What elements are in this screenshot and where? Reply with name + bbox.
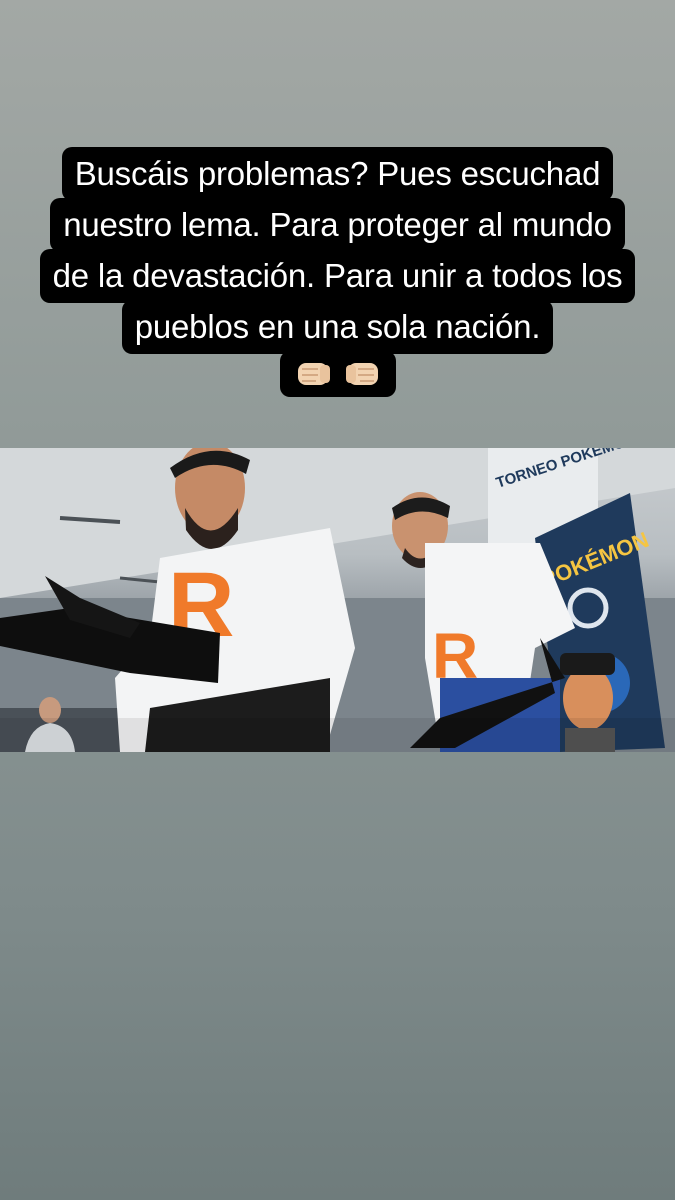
story-photo: TORNEO POKÉMON POKÉMON R R <box>0 448 675 752</box>
caption-line-3: de la devastación. Para unir a todos los <box>39 249 636 303</box>
caption-emoji <box>279 351 396 397</box>
caption-line-1: Buscáis problemas? Pues escuchad <box>61 147 614 201</box>
fist-right-icon <box>345 363 378 385</box>
caption-line-2: nuestro lema. Para proteger al mundo <box>50 198 625 252</box>
story-caption: Buscáis problemas? Pues escuchad nuestro… <box>0 147 675 397</box>
fist-left-icon <box>297 363 330 385</box>
caption-line-4: pueblos en una sola nación. <box>121 300 554 354</box>
